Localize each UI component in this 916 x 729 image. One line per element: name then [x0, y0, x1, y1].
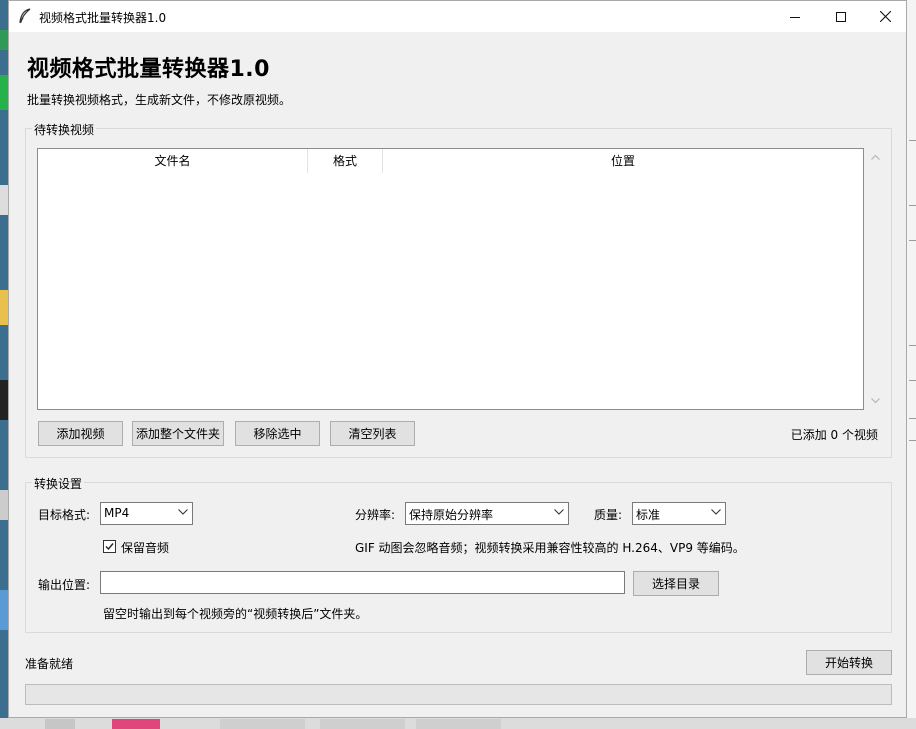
- resolution-value: 保持原始分辨率: [409, 508, 494, 522]
- chevron-down-icon: [178, 509, 188, 515]
- desktop-background-right: [906, 0, 916, 729]
- table-scrollbar[interactable]: [867, 148, 884, 410]
- start-conversion-button[interactable]: 开始转换: [806, 650, 892, 675]
- checkmark-icon: [105, 543, 114, 551]
- scroll-up-icon[interactable]: [871, 154, 880, 160]
- quality-select[interactable]: 标准: [632, 502, 726, 525]
- keep-audio-label[interactable]: 保留音频: [121, 539, 169, 556]
- column-header-location[interactable]: 位置: [383, 149, 863, 173]
- video-file-table[interactable]: 文件名 格式 位置: [37, 148, 864, 410]
- maximize-icon: [836, 11, 846, 22]
- add-folder-button[interactable]: 添加整个文件夹: [132, 421, 224, 446]
- resolution-select[interactable]: 保持原始分辨率: [405, 502, 569, 525]
- table-header: 文件名 格式 位置: [38, 149, 863, 173]
- minimize-icon: [790, 16, 800, 18]
- scroll-down-icon[interactable]: [871, 398, 880, 404]
- pending-videos-label: 待转换视频: [32, 121, 97, 138]
- gif-note: GIF 动图会忽略音频；视频转换采用兼容性较高的 H.264、VP9 等编码。: [355, 541, 745, 555]
- app-window: 视频格式批量转换器1.0 视频格式批量转换器1.0 批量转换视频格式，生成新文件…: [8, 0, 907, 718]
- choose-directory-button[interactable]: 选择目录: [633, 571, 719, 596]
- remove-selected-button[interactable]: 移除选中: [235, 421, 320, 446]
- quality-value: 标准: [636, 508, 661, 522]
- close-button[interactable]: [862, 1, 908, 32]
- maximize-button[interactable]: [818, 1, 864, 32]
- close-icon: [879, 11, 891, 22]
- column-header-filename[interactable]: 文件名: [38, 149, 308, 173]
- feather-icon: [19, 8, 31, 24]
- output-location-label: 输出位置:: [38, 578, 91, 592]
- status-text: 准备就绪: [25, 657, 74, 671]
- desktop-background-left: [0, 0, 8, 729]
- video-count-label: 已添加 0 个视频: [790, 428, 878, 442]
- keep-audio-checkbox[interactable]: [103, 540, 116, 553]
- title-bar: 视频格式批量转换器1.0: [9, 1, 906, 32]
- progress-bar: [25, 684, 892, 705]
- output-location-input[interactable]: [100, 571, 625, 594]
- target-format-select[interactable]: MP4: [100, 502, 193, 525]
- quality-label: 质量:: [594, 508, 623, 522]
- column-header-format[interactable]: 格式: [308, 149, 383, 173]
- conversion-settings-label: 转换设置: [32, 475, 85, 492]
- add-video-button[interactable]: 添加视频: [38, 421, 123, 446]
- target-format-label: 目标格式:: [38, 508, 91, 522]
- desktop-taskbar-strip: [0, 718, 916, 729]
- page-title: 视频格式批量转换器1.0: [27, 57, 270, 82]
- clear-list-button[interactable]: 清空列表: [330, 421, 415, 446]
- resolution-label: 分辨率:: [355, 508, 396, 522]
- target-format-value: MP4: [104, 506, 130, 520]
- page-subtitle: 批量转换视频格式，生成新文件，不修改原视频。: [27, 93, 292, 107]
- chevron-down-icon: [554, 509, 564, 515]
- chevron-down-icon: [711, 509, 721, 515]
- window-title: 视频格式批量转换器1.0: [39, 11, 167, 25]
- minimize-button[interactable]: [772, 1, 818, 32]
- output-hint: 留空时输出到每个视频旁的“视频转换后”文件夹。: [103, 607, 368, 621]
